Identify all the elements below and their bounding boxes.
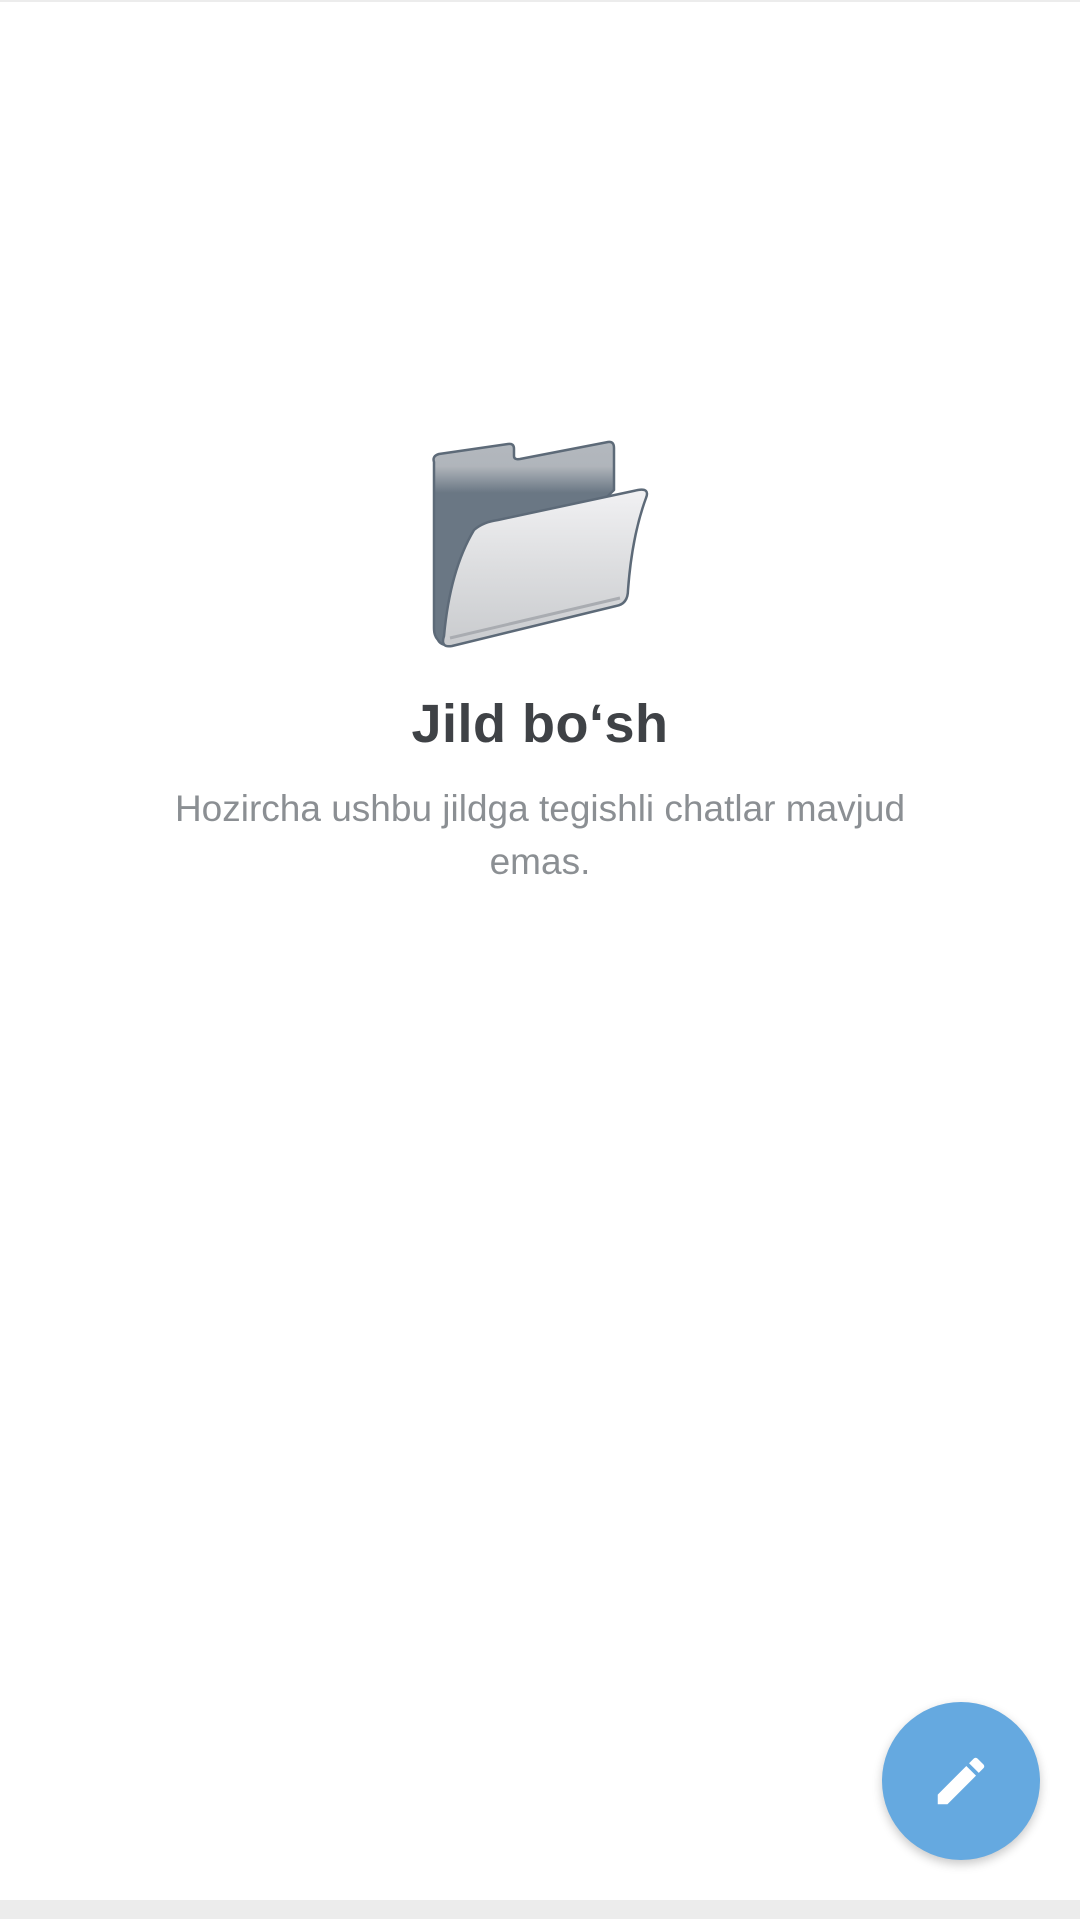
empty-state-title: Jild bo‘sh: [411, 694, 669, 754]
screen: Jild bo‘sh Hozircha ushbu jildga tegishl…: [0, 0, 1080, 1919]
folder-icon: [432, 440, 649, 648]
pencil-icon: [937, 1757, 985, 1805]
empty-state: Jild bo‘sh Hozircha ushbu jildga tegishl…: [0, 440, 1080, 888]
navigation-bar: [0, 1900, 1080, 1919]
new-message-button[interactable]: [882, 1702, 1040, 1860]
empty-state-subtitle: Hozircha ushbu jildga tegishli chatlar m…: [174, 788, 906, 882]
top-divider: [0, 0, 1080, 2]
